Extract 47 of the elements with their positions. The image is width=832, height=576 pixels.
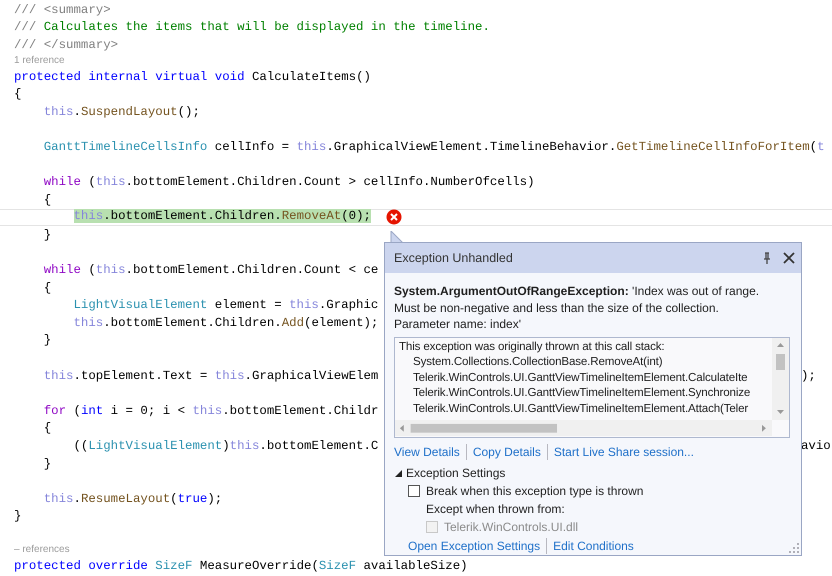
code-line: } [42, 456, 52, 471]
stack-frame: System.Collections.CollectionBase.RemoveAt(int) [413, 355, 662, 368]
break-checkbox[interactable]: Break when this exception type is thrown [408, 482, 790, 500]
exception-message: System.ArgumentOutOfRangeException: 'Index was out of range. Must be non-negative and less than the size of the collection. Parameter name: index' [394, 283, 760, 332]
code-line: ((LightVisualElement)this.bottomElement.C [72, 439, 378, 454]
close-icon[interactable] [781, 250, 797, 266]
code-line: protected override SizeF MeasureOverride(SizeF availableSize) [14, 558, 468, 573]
code-fragment: ); [801, 368, 816, 383]
code-line: /// <summary> [14, 2, 111, 17]
code-line: while (this.bottomElement.Children.Count > cellInfo.NumberOfcells) [42, 175, 535, 190]
code-line: { [42, 192, 52, 207]
code-line: GanttTimelineCellsInfo cellInfo = this.GraphicalViewElement.TimelineBehavior.GetTimelineCellInfoForItem(t [42, 140, 825, 154]
code-line: this.bottomElement.Children.Add(element); [72, 316, 378, 330]
code-line: protected internal virtual void CalculateItems() [14, 70, 371, 84]
code-line: { [14, 87, 22, 102]
code-line: /// Calculates the items that will be displayed in the timeline. [14, 20, 490, 34]
link[interactable]: Start Live Share session... [548, 444, 700, 458]
resize-grip-icon[interactable] [789, 543, 799, 553]
code-line: while (this.bottomElement.Children.Count < ce [42, 263, 378, 278]
call-stack-heading: This exception was originally thrown at this call stack: [399, 338, 666, 354]
code-line: this.topElement.Text = this.GraphicalViewElem [42, 368, 378, 383]
code-line: /// </summary> [14, 38, 118, 52]
reference-count[interactable]: 1 reference [14, 55, 65, 66]
code-line: for (int i = 0; i < this.bottomElement.Childr [42, 404, 378, 418]
code-line: } [14, 509, 22, 524]
code-line: { [42, 421, 52, 436]
code-line: this.SuspendLayout(); [42, 104, 200, 119]
popup-title: Exception Unhandled [394, 251, 514, 265]
link[interactable]: Edit Conditions [547, 538, 640, 552]
link[interactable]: Open Exception Settings [408, 538, 546, 552]
except-label: Except when thrown from: [426, 502, 565, 516]
link[interactable]: Copy Details [466, 444, 547, 458]
horizontal-scrollbar[interactable] [395, 420, 772, 436]
stack-frame: Telerik.WinControls.UI.GanttViewTimelineItemElement.CalculateIte [413, 370, 748, 384]
expanded-caret-icon[interactable] [394, 468, 402, 476]
reference-count[interactable]: – references [14, 544, 70, 556]
stack-frame: Telerik.WinControls.UI.GanttViewTimelineItemElement.Attach(Teler [413, 402, 748, 414]
code-line: this.ResumeLayout(true); [42, 492, 222, 506]
stack-frame: Telerik.WinControls.UI.GanttViewTimelineItemElement.Synchronize [413, 386, 750, 399]
link[interactable]: View Details [394, 444, 466, 458]
code-line: { [42, 280, 52, 295]
code-fragment: avio [801, 439, 831, 454]
code-line: } [42, 333, 52, 348]
vertical-scrollbar[interactable] [772, 338, 789, 420]
code-line: LightVisualElement element = this.Graphic [72, 298, 378, 312]
settings-title: Exception Settings [406, 466, 506, 480]
code-line: } [42, 228, 52, 242]
